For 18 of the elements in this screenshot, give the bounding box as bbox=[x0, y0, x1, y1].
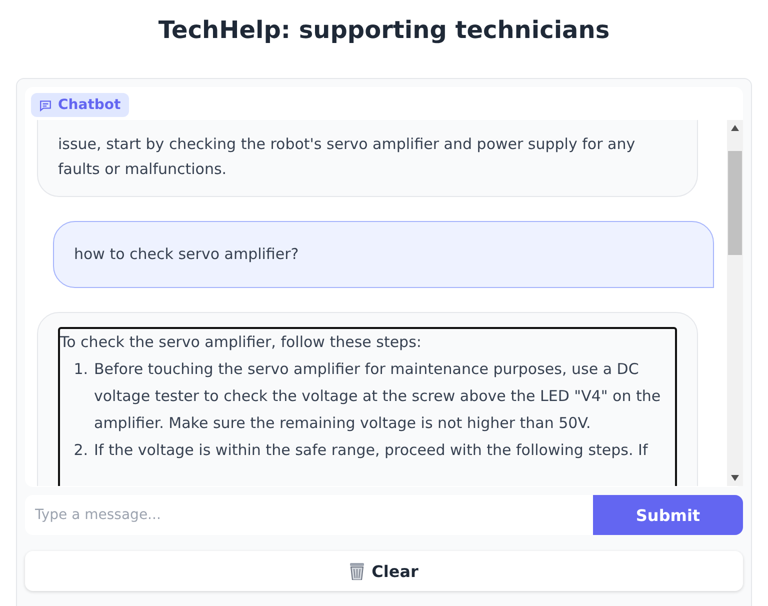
step-number: 1. bbox=[72, 359, 88, 380]
chat-icon bbox=[39, 98, 52, 112]
message-text: how to check servo amplifier? bbox=[74, 244, 300, 265]
message-text: issue, start by checking the robot's servo amplifier and power supply for any faults or malfunctions. bbox=[58, 134, 636, 180]
step-text: Before touching the servo amplifier for maintenance purposes, use a DC voltage tester to check the voltage at the screw above the LED "V4" on the amplifier. Make sure the remaining voltage is not higher than 50V. bbox=[94, 359, 662, 434]
page-title: TechHelp: supporting technicians bbox=[158, 15, 610, 46]
scroll-down-icon[interactable] bbox=[731, 475, 739, 481]
scroll-thumb[interactable] bbox=[728, 151, 742, 255]
label-text: Chatbot bbox=[58, 97, 121, 113]
step-number: 2. bbox=[72, 440, 88, 461]
trash-icon bbox=[350, 562, 364, 580]
step-text: If the voltage is within the safe range, proceed with the following steps. If bbox=[94, 440, 649, 461]
scrollbar[interactable] bbox=[727, 120, 743, 486]
message-input[interactable]: Type a message... bbox=[25, 495, 593, 535]
message-text: To check the servo amplifier, follow these steps: bbox=[60, 332, 422, 353]
clear-button[interactable]: Clear bbox=[25, 551, 743, 591]
scroll-up-icon[interactable] bbox=[731, 125, 739, 131]
submit-button[interactable]: Submit bbox=[593, 495, 743, 535]
